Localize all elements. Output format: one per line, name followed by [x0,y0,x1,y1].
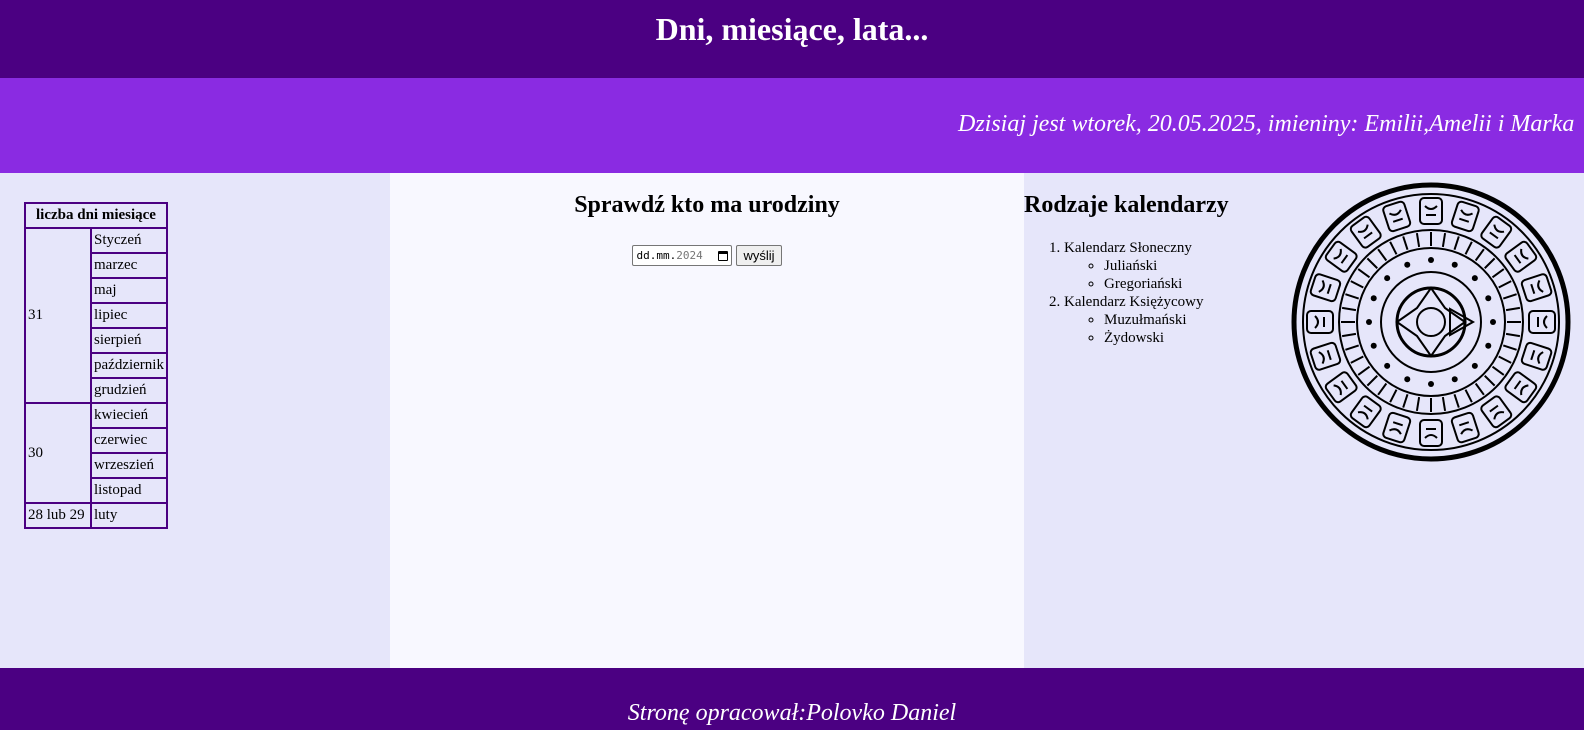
calendar-type-label: Kalendarz Słoneczny [1064,240,1192,256]
author-credit: Stronę opracował:Polovko Daniel [627,700,957,726]
table-row: 30 kwiecień [25,403,167,503]
birthday-title: Sprawdź kto ma urodziny [574,192,840,218]
calendar-type-label: Kalendarz Księżycowy [1064,294,1204,310]
list-item: Kalendarz Księżycowy Muzułmański Żydowsk… [1064,293,1204,347]
days-count: 30 [25,403,91,503]
table-row: 31 Styczeń [25,228,167,403]
days-count: 28 lub 29 [25,503,91,528]
month-days-table: liczba dni miesiące 31 Styczeń marzec maj… [24,202,168,529]
list-item: Muzułmański [1104,311,1204,329]
center-panel: Sprawdź kto ma urodziny dd.mm.2024 wyśli… [390,173,1024,668]
page-footer: Stronę opracował:Polovko Daniel [0,668,1584,730]
submit-button[interactable]: wyślij [736,245,782,266]
month-name: marzec [91,253,167,278]
days-count: 31 [25,228,91,403]
right-panel: Rodzaje kalendarzy Kalendarz Słoneczny J… [1024,173,1584,668]
date-placeholder-day-month: dd.mm. [636,249,677,262]
month-name: listopad [91,478,167,503]
month-name: maj [91,278,167,303]
month-name: wrzeszień [91,453,167,478]
month-name: grudzień [91,378,167,403]
date-placeholder-year: 2024 [676,249,703,262]
left-panel: liczba dni miesiące 31 Styczeń marzec maj… [0,173,390,668]
month-name: czerwiec [91,428,167,453]
aztec-calendar-image [1291,182,1571,462]
date-input[interactable]: dd.mm.2024 [632,245,733,266]
month-name: październik [91,353,167,378]
list-item: Juliański [1104,257,1204,275]
month-name: sierpień [91,328,167,353]
month-name: Styczeń [91,228,167,253]
page-title: Dni, miesiące, lata... [655,11,929,47]
list-item: Kalendarz Słoneczny Juliański Gregoriańs… [1064,239,1204,293]
date-banner: Dzisiaj jest wtorek, 20.05.2025, imienin… [0,78,1584,173]
calendars-title: Rodzaje kalendarzy [1024,192,1229,218]
table-header: liczba dni miesiące [25,203,167,228]
list-item: Gregoriański [1104,275,1204,293]
page-header: Dni, miesiące, lata... [0,0,1584,78]
calendar-icon[interactable] [718,250,729,261]
calendar-types-list: Kalendarz Słoneczny Juliański Gregoriańs… [1048,239,1204,347]
table-row: 28 lub 29 luty [25,503,167,528]
list-item: Żydowski [1104,329,1204,347]
month-name: luty [91,503,167,528]
birthday-form: dd.mm.2024 wyślij [390,245,1024,266]
month-name: kwiecień [91,403,167,428]
month-name: lipiec [91,303,167,328]
today-info: Dzisiaj jest wtorek, 20.05.2025, imienin… [958,111,1575,137]
